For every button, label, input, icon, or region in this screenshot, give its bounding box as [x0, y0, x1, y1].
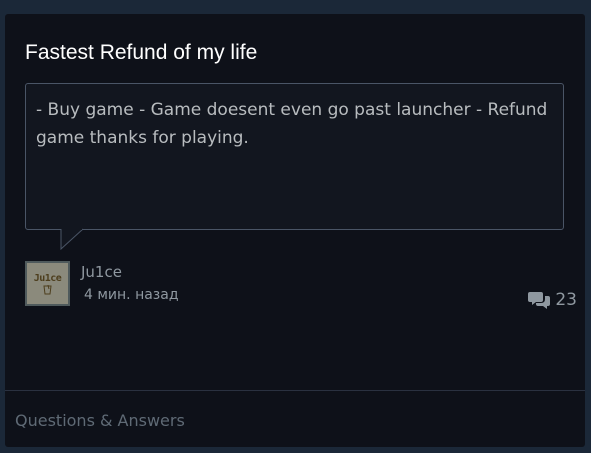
avatar-label: Ju1ce — [33, 272, 62, 284]
avatar[interactable]: Ju1ce — [25, 261, 70, 306]
comment-count-group[interactable]: 23 — [528, 290, 577, 310]
bubble-tail-icon — [60, 228, 84, 251]
review-card[interactable]: Fastest Refund of my life - Buy game - G… — [5, 14, 585, 447]
review-body-text: - Buy game - Game doesent even go past l… — [36, 100, 548, 148]
divider — [5, 390, 585, 391]
post-time: 4 мин. назад — [84, 287, 179, 303]
author-name[interactable]: Ju1ce — [81, 263, 122, 281]
review-title[interactable]: Fastest Refund of my life — [25, 41, 257, 65]
cup-icon — [43, 284, 52, 294]
comments-icon — [528, 292, 551, 309]
footer-category-link[interactable]: Questions & Answers — [15, 411, 185, 430]
comment-count: 23 — [555, 290, 577, 310]
review-body-bubble: - Buy game - Game doesent even go past l… — [25, 83, 564, 230]
